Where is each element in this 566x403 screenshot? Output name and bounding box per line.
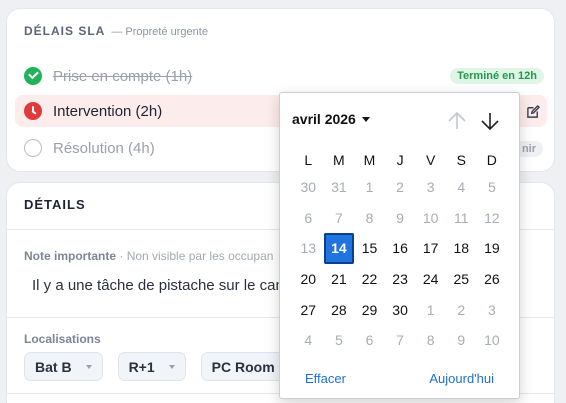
status-badge: Terminé en 12h [450,68,544,84]
calendar-day[interactable]: 8 [354,203,385,234]
calendar-day[interactable]: 8 [415,325,446,356]
sla-subtitle: — Propreté urgente [111,26,208,38]
arrow-up-icon [448,111,466,129]
calendar-day[interactable]: 27 [293,294,324,325]
calendar-day[interactable]: 31 [324,172,355,203]
note-label: Note importante [24,249,117,263]
weekday-header: J [396,152,404,168]
locations-row: Bat B R+1 PC Room [24,352,286,381]
weekday-header: L [304,152,313,168]
calendar-day[interactable]: 1 [354,172,385,203]
calendar-day[interactable]: 5 [477,172,508,203]
locations-label: Localisations [24,332,101,346]
location-select-building[interactable]: Bat B [24,352,103,381]
location-value: Bat B [35,358,72,375]
calendar-day-selected[interactable]: 14 [323,233,355,264]
calendar-day[interactable]: 18 [446,233,477,264]
calendar-day[interactable]: 21 [324,264,355,295]
note-separator: · [119,249,124,263]
calendar-day[interactable]: 26 [477,264,508,295]
calendar-day[interactable]: 3 [477,294,508,325]
calendar-day[interactable]: 4 [293,325,324,356]
weekday-header: D [486,152,497,168]
calendar-day[interactable]: 9 [446,325,477,356]
location-value: PC Room [211,358,275,375]
calendar-day[interactable]: 30 [293,172,324,203]
date-picker-footer: Effacer Aujourd'hui [305,371,494,386]
location-select-floor[interactable]: R+1 [117,352,186,381]
calendar-day[interactable]: 23 [385,264,416,295]
calendar-day[interactable]: 5 [324,325,355,356]
calendar-day[interactable]: 11 [446,203,477,234]
sla-title: DÉLAIS SLA [24,24,106,38]
today-button[interactable]: Aujourd'hui [429,371,494,386]
calendar-day[interactable]: 6 [293,203,324,234]
calendar-day[interactable]: 13 [293,233,324,264]
calendar-grid: L M M J V S D 30 31 1 2 3 4 5 6 7 8 9 10 11 12 13 14 15 16 17 18 19… [293,148,507,356]
calendar-day[interactable]: 22 [354,264,385,295]
calendar-day[interactable]: 20 [293,264,324,295]
clock-alert-icon [24,102,42,120]
calendar-day[interactable]: 9 [385,203,416,234]
sla-header: DÉLAIS SLA — Propreté urgente [24,24,208,38]
calendar-day[interactable]: 1 [415,294,446,325]
month-label: avril 2026 [292,111,356,127]
weekday-header: V [426,152,436,168]
calendar-day[interactable]: 28 [324,294,355,325]
calendar-day[interactable]: 2 [446,294,477,325]
clear-button[interactable]: Effacer [305,371,346,386]
calendar-day[interactable]: 29 [354,294,385,325]
check-circle-icon [24,67,42,85]
calendar-day[interactable]: 16 [385,233,416,264]
location-select-room[interactable]: PC Room [200,352,286,381]
calendar-day[interactable]: 7 [324,203,355,234]
calendar-day[interactable]: 3 [415,172,446,203]
chevron-down-icon [85,364,92,369]
calendar-day[interactable]: 10 [477,325,508,356]
note-text-field[interactable]: Il y a une tâche de pistache sur le cana… [32,277,301,294]
calendar-day[interactable]: 6 [354,325,385,356]
edit-icon [526,104,540,118]
date-picker-popup: avril 2026 L M M J V S D 30 31 1 2 3 4 5 6 7 8 9 10 11 12 13 1… [279,92,520,399]
calendar-day[interactable]: 10 [415,203,446,234]
location-value: R+1 [128,358,155,375]
calendar-day[interactable]: 7 [385,325,416,356]
calendar-day[interactable]: 25 [446,264,477,295]
calendar-day[interactable]: 19 [477,233,508,264]
calendar-day[interactable]: 12 [477,203,508,234]
calendar-day[interactable]: 24 [415,264,446,295]
arrow-down-icon [481,113,499,131]
details-title: DÉTAILS [24,197,86,212]
sla-row-label: Intervention (2h) [53,102,163,120]
calendar-day[interactable]: 17 [415,233,446,264]
next-month-button[interactable] [478,109,502,133]
calendar-day[interactable]: 30 [385,294,416,325]
note-hint: Non visible par les occupan [126,249,274,263]
weekday-header: S [456,152,466,168]
weekday-header: M [363,152,376,168]
weekday-header: M [333,152,345,168]
calendar-day[interactable]: 2 [385,172,416,203]
empty-circle-icon [24,139,42,157]
month-select-button[interactable]: avril 2026 [292,111,370,127]
prev-month-button[interactable] [445,109,469,133]
note-header: Note importante · Non visible par les oc… [24,249,273,263]
sla-row-label: Prise en compte (1h) [53,67,193,85]
sla-row-label: Résolution (4h) [53,139,155,157]
sla-row-prise-en-compte: Prise en compte (1h) Terminé en 12h [15,60,547,92]
calendar-day[interactable]: 15 [354,233,385,264]
caret-down-icon [361,116,370,122]
chevron-down-icon [168,364,175,369]
calendar-day[interactable]: 4 [446,172,477,203]
edit-button[interactable] [523,101,543,121]
